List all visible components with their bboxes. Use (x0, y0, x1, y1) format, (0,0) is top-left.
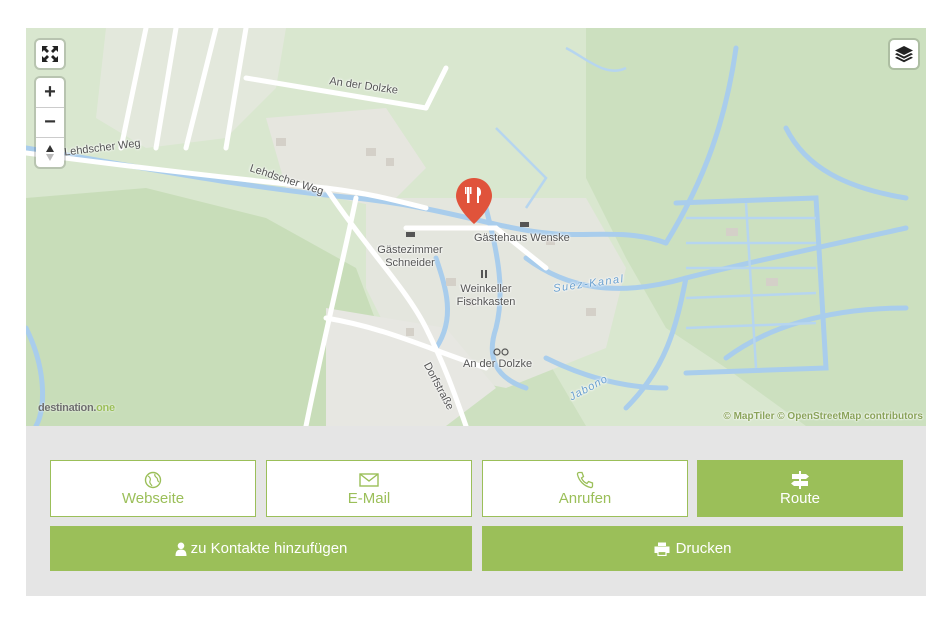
zoom-in-button[interactable]: + (36, 78, 64, 108)
map-label-poi: Gästezimmer Schneider (377, 244, 443, 269)
destination-one-logo: destination.one (38, 402, 115, 414)
route-label: Route (779, 490, 821, 507)
call-button[interactable]: Anrufen (482, 460, 688, 517)
map-label-poi: Gästehaus Wenske (474, 232, 570, 244)
map[interactable]: An der Dolzke Lehdscher Weg Lehdscher We… (26, 28, 926, 426)
email-label: E-Mail (347, 490, 391, 507)
map-label-poi: Weinkeller Fischkasten (456, 283, 516, 308)
fullscreen-button[interactable] (36, 40, 64, 68)
user-icon (175, 539, 187, 559)
globe-icon (144, 470, 162, 490)
map-attribution[interactable]: © MapTiler © OpenStreetMap contributors (723, 411, 923, 422)
website-button[interactable]: Webseite (50, 460, 256, 517)
email-button[interactable]: E-Mail (266, 460, 472, 517)
print-label: Drucken (675, 540, 732, 557)
envelope-icon (359, 470, 379, 490)
compass-icon (46, 144, 54, 161)
compass-button[interactable] (36, 138, 64, 167)
zoom-out-button[interactable]: − (36, 108, 64, 138)
add-contact-button[interactable]: zu Kontakte hinzufügen (50, 526, 472, 571)
signpost-icon (790, 470, 810, 490)
phone-icon (576, 470, 594, 490)
layers-button[interactable] (890, 40, 918, 68)
layers-icon (895, 46, 913, 63)
zoom-control: + − (36, 78, 64, 167)
route-button[interactable]: Route (697, 460, 903, 517)
map-label-poi: An der Dolzke (463, 358, 533, 370)
printer-icon (654, 539, 670, 559)
add-contact-label: zu Kontakte hinzufügen (190, 540, 348, 557)
call-label: Anrufen (558, 490, 612, 507)
website-label: Webseite (121, 490, 185, 507)
expand-icon (42, 46, 58, 62)
print-button[interactable]: Drucken (482, 526, 903, 571)
action-panel: Webseite E-Mail Anrufen Route zu Kontakt… (26, 426, 926, 596)
